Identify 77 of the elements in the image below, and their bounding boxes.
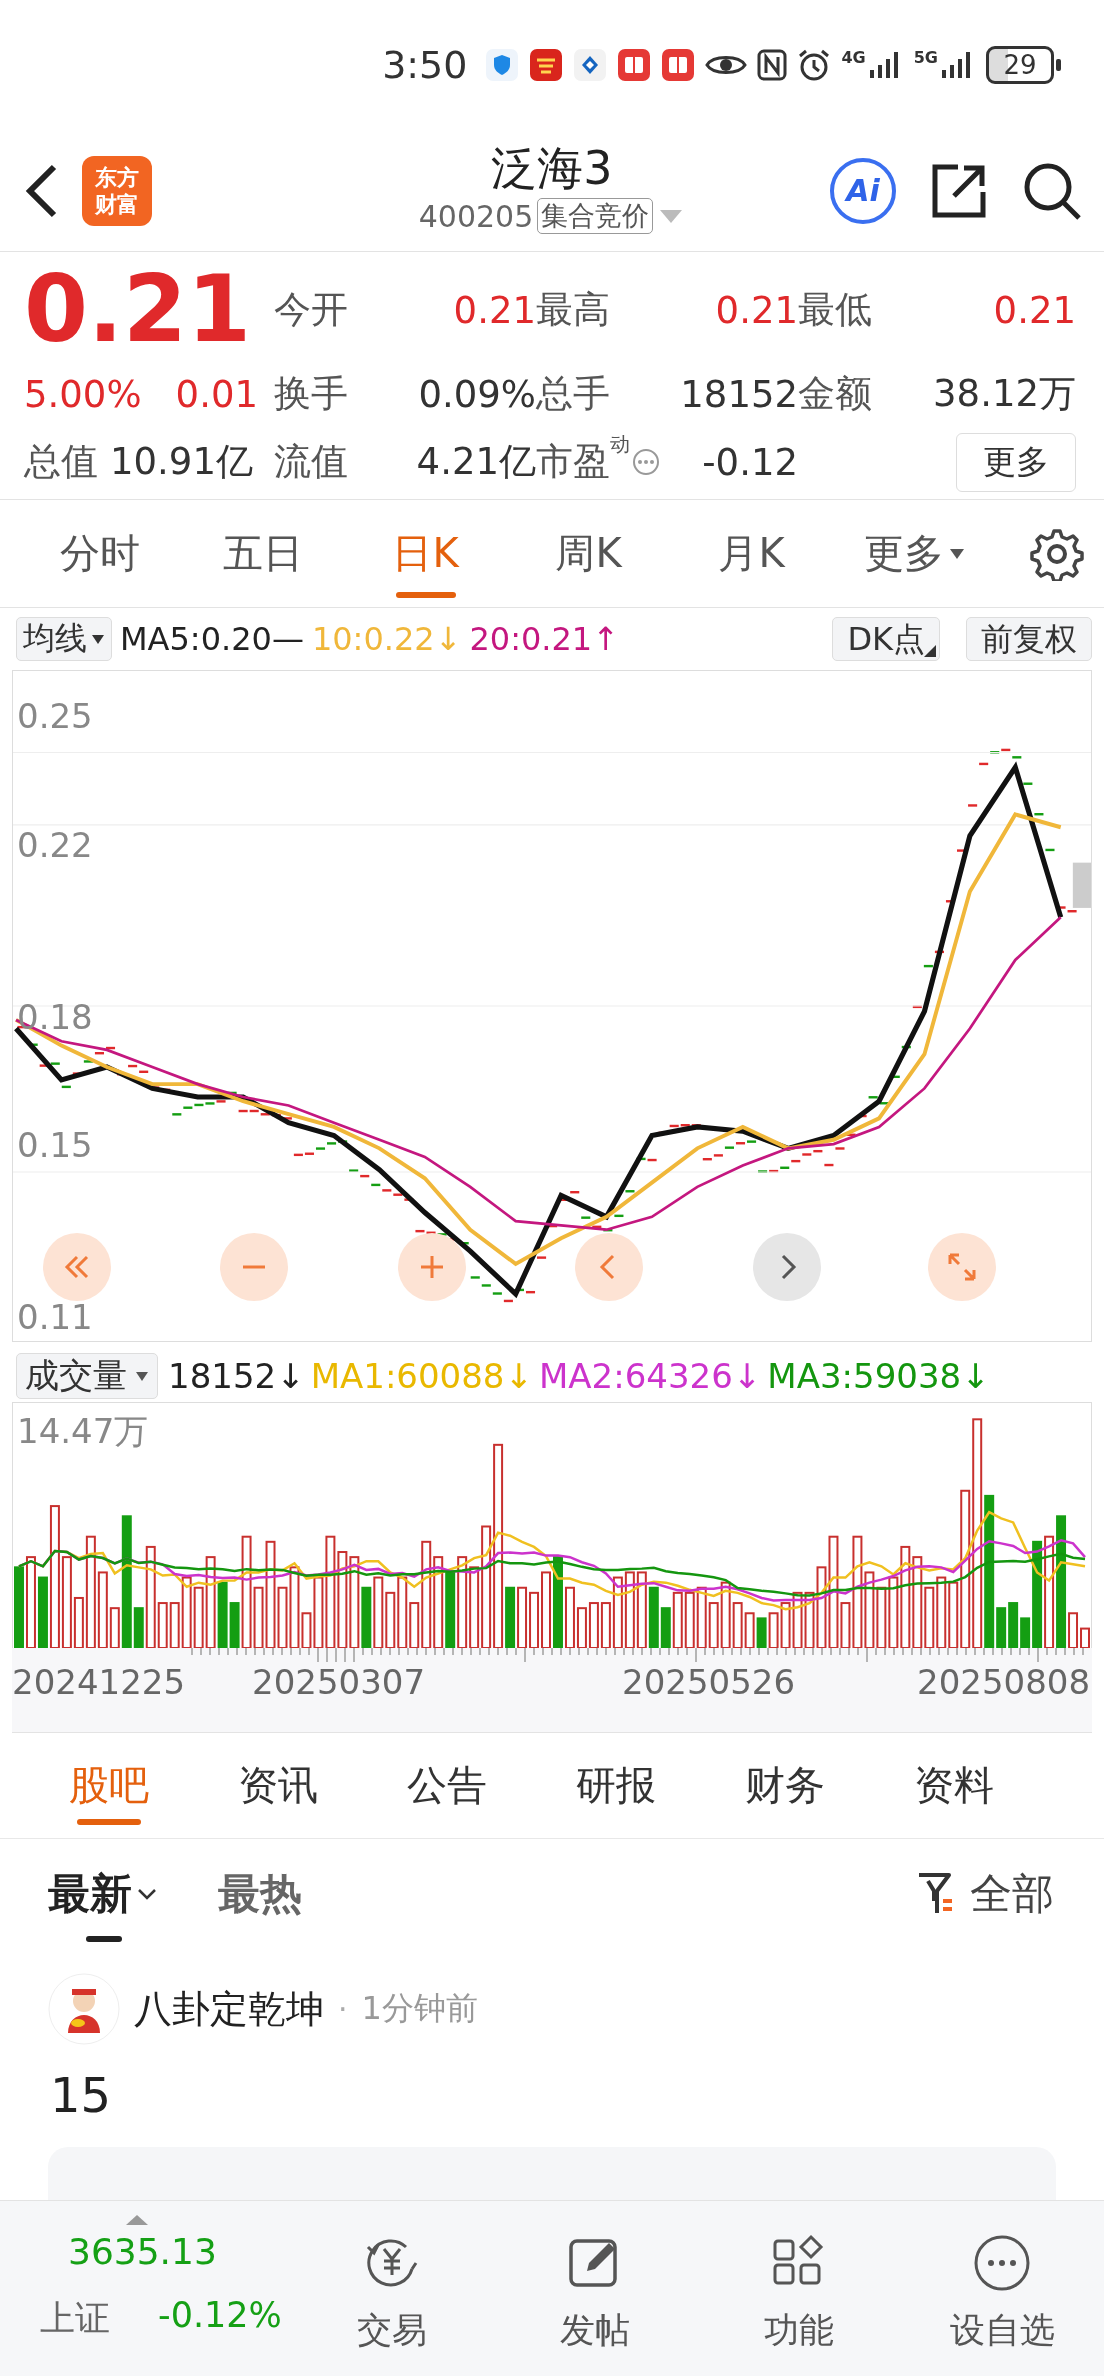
axis-label: 0.11 <box>17 1300 93 1335</box>
filter-button[interactable]: 全部 <box>910 1865 1060 1923</box>
current-price: 0.21 <box>24 264 252 356</box>
stat-value: -0.12 <box>702 440 798 484</box>
post-time: 1分钟前 <box>361 1988 478 2029</box>
chart-tab[interactable]: 分时 <box>18 499 181 608</box>
stat-label: 最低 <box>798 287 872 333</box>
chart-tab[interactable]: 日K <box>344 499 507 608</box>
chart-tab[interactable]: 五日 <box>181 499 344 608</box>
stat-value: 0.21 <box>453 288 536 332</box>
author-name: 八卦定乾坤 <box>134 1985 324 2033</box>
index-value: 3635.13 <box>68 2230 217 2272</box>
ma-value: MA5:0.20— <box>120 620 304 658</box>
dk-button[interactable]: DK点 <box>832 617 940 661</box>
stat-value: 38.12万 <box>933 371 1076 417</box>
news-tab[interactable]: 资料 <box>869 1732 1038 1839</box>
stat-label: 总手 <box>536 371 610 417</box>
indicator-dropdown[interactable]: 成交量 <box>16 1353 158 1399</box>
stock-code: 400205 <box>418 198 534 234</box>
axis-label: 0.15 <box>17 1128 93 1163</box>
news-tab[interactable]: 财务 <box>700 1732 869 1839</box>
axis-label: 0.18 <box>17 999 93 1034</box>
stat-label: 流值 <box>274 439 348 485</box>
app-logo: 东方财富 <box>82 155 152 226</box>
axis-label: 0.25 <box>17 699 93 734</box>
nav-item[interactable]: 交易 <box>290 2223 494 2354</box>
change-percent: 5.00% <box>24 372 142 416</box>
network-label: 5G <box>913 50 938 66</box>
index-change: -0.12% <box>158 2294 282 2335</box>
news-tab[interactable]: 资讯 <box>193 1732 362 1839</box>
stat-label: 金额 <box>798 371 872 417</box>
axis-label: 20241225 <box>12 1662 186 1702</box>
stat-value: 0.09% <box>418 372 536 416</box>
ai-button[interactable]: Ai <box>830 157 896 224</box>
post-text: 15 <box>49 2066 113 2123</box>
volume-value: 18152↓ <box>168 1356 305 1396</box>
network-label: 4G <box>841 50 866 66</box>
nav-item[interactable]: 设自选 <box>900 2223 1104 2354</box>
stat-label: 换手 <box>274 371 348 417</box>
stat-value: 4.21亿 <box>416 439 536 485</box>
stat-value: 0.21 <box>715 288 798 332</box>
ma-value: 10:0.22↓ <box>311 620 462 658</box>
separator-dot: · <box>338 1991 348 2027</box>
stat-label: 总值 <box>24 439 98 485</box>
sort-tab[interactable]: 最热 <box>218 1854 302 1934</box>
battery-level: 29 <box>986 46 1054 84</box>
nav-item[interactable]: 发帖 <box>493 2223 697 2354</box>
stock-title: 泛海3 <box>491 140 613 197</box>
adjust-button[interactable]: 前复权 <box>966 617 1092 661</box>
index-name: 上证 <box>40 2296 110 2340</box>
auction-badge: 集合竞价 <box>537 198 654 234</box>
more-button[interactable]: 更多 <box>956 432 1076 492</box>
volume-value: MA1:60088↓ <box>310 1356 533 1396</box>
chart-tab[interactable]: 月K <box>670 499 833 608</box>
axis-label: 0.22 <box>17 827 93 862</box>
news-tab[interactable]: 股吧 <box>24 1732 193 1839</box>
stat-value: 10.91亿 <box>110 439 253 485</box>
axis-label: 20250307 <box>252 1662 426 1702</box>
stat-label: 市盈$^{动}$ <box>536 437 630 485</box>
change-amount: 0.01 <box>175 372 258 416</box>
chart-tab[interactable]: 更多 <box>833 499 996 608</box>
nav-item[interactable]: 功能 <box>697 2223 901 2354</box>
axis-label: 14.47万 <box>17 1410 149 1453</box>
stat-value: 18152 <box>680 372 798 416</box>
volume-value: MA3:59038↓ <box>767 1356 990 1396</box>
news-tab[interactable]: 研报 <box>531 1732 700 1839</box>
axis-label: 20250808 <box>917 1662 1091 1702</box>
volume-value: MA2:64326↓ <box>539 1356 762 1396</box>
chart-tab[interactable]: 周K <box>507 499 670 608</box>
stat-value: 0.21 <box>993 288 1076 332</box>
news-tab[interactable]: 公告 <box>362 1732 531 1839</box>
status-time: 3:50 <box>382 43 468 87</box>
stat-label: 今开 <box>274 287 348 333</box>
ma-value: 20:0.21↑ <box>469 620 619 658</box>
stat-label: 最高 <box>536 287 610 333</box>
axis-label: 20250526 <box>622 1662 796 1702</box>
indicator-dropdown[interactable]: 均线 <box>16 617 112 661</box>
